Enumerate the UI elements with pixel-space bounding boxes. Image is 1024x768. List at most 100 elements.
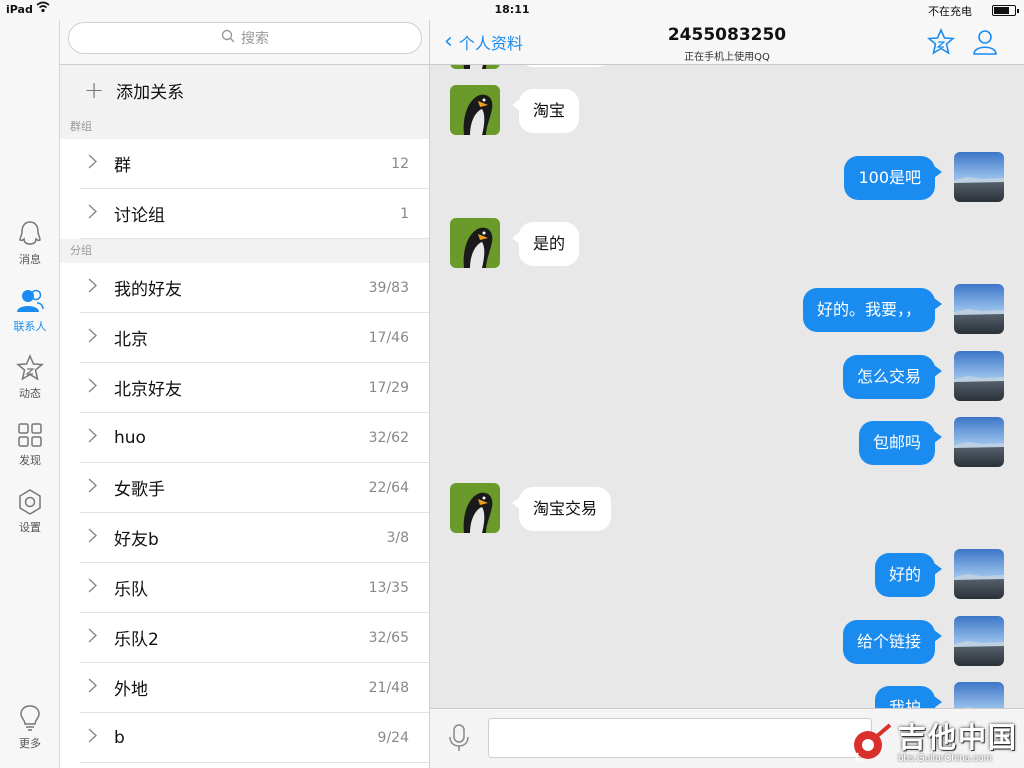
nav-label: 动态 <box>19 387 41 400</box>
groups-list: 群 12 讨论组 1 <box>60 139 429 239</box>
chevron-right-icon <box>88 278 102 297</box>
watermark-url: bbs.GuitarChina.com <box>897 752 992 764</box>
message-bubble[interactable]: 淘宝 <box>511 89 580 134</box>
message-bubble[interactable]: 好的 <box>874 553 943 598</box>
chevron-right-icon <box>88 378 102 397</box>
nav-activity[interactable]: 动态 <box>0 354 60 401</box>
row-content: 北京好友 17/29 <box>80 363 429 413</box>
watermark: 吉他中国 bbs.GuitarChina.com <box>850 720 1018 766</box>
contact-group-row[interactable]: b 9/24 <box>60 713 429 763</box>
group-name: 群 <box>114 156 131 176</box>
search-bar: 搜索 <box>60 20 429 65</box>
avatar[interactable] <box>954 350 1004 401</box>
contact-group-row[interactable]: 乐队 13/35 <box>60 563 429 613</box>
group-name: 外地 <box>114 680 148 700</box>
contact-group-row[interactable]: 外地 21/48 <box>60 663 429 713</box>
message-bubble[interactable]: 淘宝交易 <box>511 487 612 532</box>
avatar[interactable] <box>954 416 1004 467</box>
group-count: 1 <box>400 205 409 222</box>
search-input[interactable]: 搜索 <box>68 22 422 54</box>
contact-group-row[interactable]: 北京 17/46 <box>60 313 429 363</box>
group-name: huo <box>114 427 146 448</box>
message-bubble[interactable]: 是的 <box>511 221 580 266</box>
contact-group-row[interactable]: 北京好友 17/29 <box>60 363 429 413</box>
avatar[interactable] <box>954 284 1004 335</box>
contact-group-row[interactable]: huo 32/62 <box>60 413 429 463</box>
contact-group-row[interactable]: 乐队2 32/65 <box>60 613 429 663</box>
chat-header: ‹ 个人资料 2455083250 正在手机上使用QQ <box>430 20 1024 65</box>
group-count: 17/46 <box>368 329 409 346</box>
row-content: 讨论组 1 <box>80 189 429 239</box>
contact-group-row[interactable]: 我的好友 39/83 <box>60 263 429 313</box>
avatar[interactable] <box>954 615 1004 666</box>
contact-group-row[interactable]: 讨论组 1 <box>60 189 429 239</box>
nav-settings[interactable]: 设置 <box>0 488 60 535</box>
row-content: 好友b 3/8 <box>80 513 429 563</box>
message-input[interactable] <box>488 718 872 758</box>
plus-icon: + <box>84 76 105 104</box>
categories-header: 分组 <box>60 239 429 263</box>
search-icon <box>221 29 235 47</box>
chat-panel: ‹ 个人资料 2455083250 正在手机上使用QQ 不要讲价淘宝 100是吧是… <box>430 20 1024 768</box>
contact-group-row[interactable]: 群 12 <box>60 139 429 189</box>
outgoing-message: 我护 <box>430 682 1024 708</box>
nav-label: 设置 <box>19 521 41 534</box>
add-relation-label: 添加关系 <box>116 82 185 103</box>
message-list[interactable]: 不要讲价淘宝 100是吧是的好的。我要，， 怎么交易包邮吗淘宝交易好的给个链接我护 <box>430 65 1024 708</box>
group-count: 17/29 <box>368 379 409 396</box>
message-bubble[interactable]: 100是吧 <box>844 155 942 200</box>
message-bubble[interactable]: 怎么交易 <box>842 354 943 399</box>
outgoing-message: 好的 <box>430 549 1024 605</box>
group-count: 3/8 <box>386 529 409 546</box>
chevron-right-icon <box>88 528 102 547</box>
row-content: 乐队 13/35 <box>80 563 429 613</box>
contact-group-row[interactable]: 女歌手 22/64 <box>60 463 429 513</box>
lightbulb-icon <box>20 705 40 731</box>
nav-label: 联系人 <box>13 320 47 333</box>
nav-contacts[interactable]: 联系人 <box>0 287 60 334</box>
avatar[interactable] <box>954 549 1004 600</box>
group-name: 女歌手 <box>114 480 165 500</box>
nav-messages[interactable]: 消息 <box>0 220 60 267</box>
chevron-right-icon <box>88 578 102 597</box>
contacts-icon <box>17 289 44 312</box>
star-icon[interactable] <box>926 28 956 60</box>
message-bubble[interactable]: 我护 <box>874 686 943 708</box>
profile-icon[interactable] <box>971 28 999 60</box>
guitar-logo-icon <box>853 723 892 762</box>
microphone-icon[interactable] <box>448 723 470 757</box>
outgoing-message: 100是吧 <box>430 151 1024 208</box>
group-count: 39/83 <box>368 279 409 296</box>
avatar[interactable] <box>450 483 500 534</box>
chevron-right-icon <box>88 628 102 647</box>
contacts-panel: 搜索 + 添加关系 群组 群 12 讨论组 1 分组 我的好友 39/83 北京 17/46… <box>60 20 430 768</box>
message-bubble[interactable]: 包邮吗 <box>858 420 943 465</box>
status-bar: iPad 18:11 不在充电 <box>0 0 1024 20</box>
message-bubble[interactable]: 好的。我要，， <box>802 288 943 333</box>
contact-group-row[interactable]: 好友b 3/8 <box>60 513 429 563</box>
avatar[interactable] <box>450 65 500 69</box>
nav-discover[interactable]: 发现 <box>0 421 60 468</box>
chevron-right-icon <box>88 154 102 173</box>
add-relation-button[interactable]: + 添加关系 <box>60 65 429 115</box>
group-count: 32/62 <box>368 429 409 446</box>
row-content: 群 12 <box>80 139 429 189</box>
avatar[interactable] <box>954 151 1004 202</box>
message-bubble[interactable]: 给个链接 <box>842 619 943 664</box>
nav-label: 发现 <box>19 454 41 467</box>
nav-more[interactable]: 更多 <box>0 704 60 751</box>
message-icon <box>19 221 41 245</box>
group-name: 北京 <box>114 330 148 350</box>
group-name: 讨论组 <box>114 206 165 226</box>
incoming-message: 淘宝 <box>430 85 1024 141</box>
chevron-right-icon <box>88 678 102 697</box>
message-bubble[interactable]: 不要讲价 <box>519 65 612 67</box>
row-content: 我的好友 39/83 <box>80 263 429 313</box>
battery-icon <box>992 5 1019 16</box>
row-content: 女歌手 22/64 <box>80 463 429 513</box>
avatar[interactable] <box>450 85 500 136</box>
avatar[interactable] <box>450 217 500 268</box>
outgoing-message: 包邮吗 <box>430 416 1024 473</box>
avatar[interactable] <box>954 682 1004 708</box>
row-content: b 9/24 <box>80 713 429 763</box>
